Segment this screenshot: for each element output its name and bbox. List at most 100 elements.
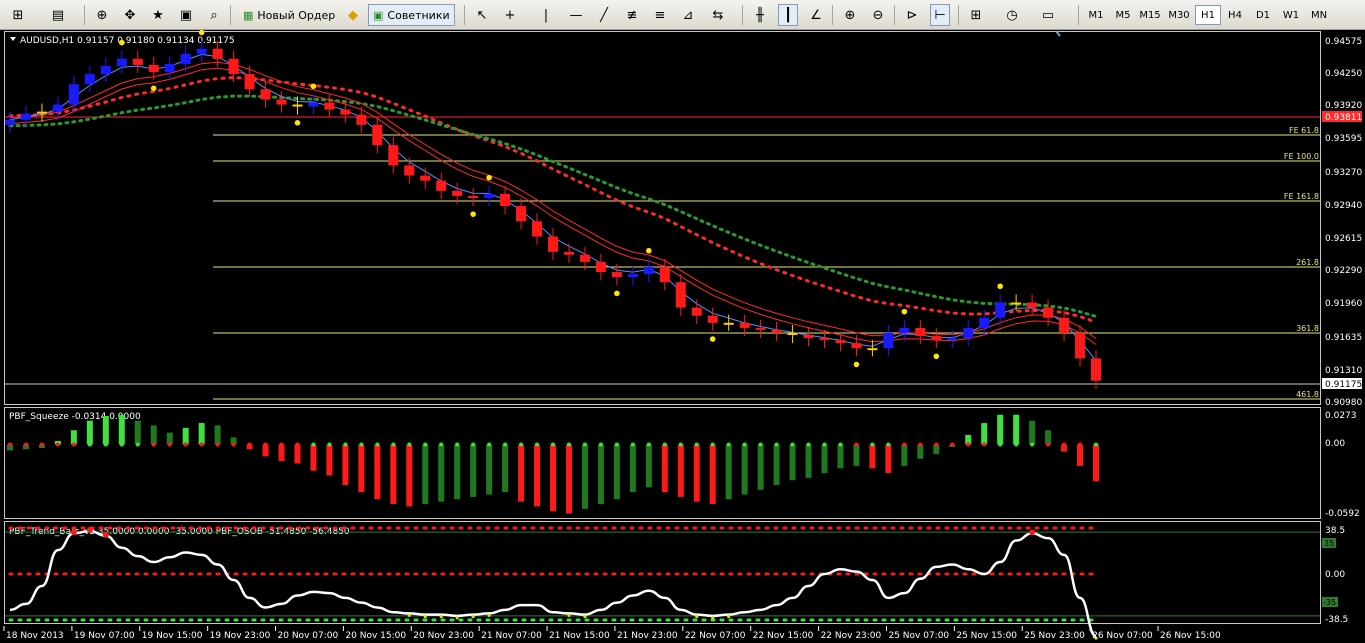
squeeze-dot — [758, 442, 763, 447]
new-chart-icon[interactable]: ⊞ — [8, 4, 28, 26]
time-axis: 18 Nov 2013 19 Nov 07:00 19 Nov 15:00 19 No… — [3, 626, 1221, 641]
tf-m15[interactable]: M15 — [1137, 5, 1163, 25]
tf-m1[interactable]: M1 — [1083, 5, 1109, 25]
navigator-icon[interactable]: ✥ — [120, 4, 140, 26]
oversold-mark — [439, 615, 443, 619]
squeeze-label: -0.0592 — [1325, 509, 1360, 519]
zoom-out-icon[interactable]: ⊖ — [868, 4, 888, 26]
fib-label: FE 100.0 — [1284, 152, 1319, 161]
tf-mn[interactable]: MN — [1306, 5, 1332, 25]
fractal-dot — [310, 83, 317, 90]
oversold-mark — [695, 615, 699, 619]
blue-ma — [9, 53, 1097, 362]
squeeze-axis: 0.0273 0.00 -0.0592 — [1325, 411, 1360, 519]
market-watch-icon[interactable]: ⊕ — [92, 4, 112, 26]
vertical-line-icon[interactable]: | — [536, 4, 556, 26]
terminal-icon[interactable]: ▣ — [176, 4, 196, 26]
fib-label: FE 161.8 — [1284, 192, 1319, 201]
squeeze-bar — [86, 420, 93, 445]
candle-body — [627, 274, 638, 278]
squeeze-dot — [39, 442, 44, 447]
cursor-icon[interactable]: ↖ — [472, 4, 492, 26]
trendline-icon[interactable]: ╱ — [594, 4, 614, 26]
candle-body — [835, 340, 846, 344]
fractal-dot — [709, 336, 716, 342]
periods-icon[interactable]: ◷ — [1002, 4, 1022, 26]
tf-h4[interactable]: H4 — [1222, 5, 1248, 25]
tf-m5[interactable]: M5 — [1110, 5, 1136, 25]
zoom-in-icon[interactable]: ⊕ — [840, 4, 860, 26]
price-label: 0.93920 — [1325, 101, 1362, 111]
channel-icon[interactable]: ≢ — [622, 4, 642, 26]
favorites-icon[interactable]: ★ — [148, 4, 168, 26]
alert-icon[interactable]: ◆ — [343, 4, 363, 26]
squeeze-bar — [693, 444, 700, 502]
squeeze-bar — [518, 444, 525, 502]
time-label: 19 Nov 07:00 — [74, 631, 135, 641]
candle-body — [643, 266, 654, 275]
horizontal-line-icon[interactable]: — — [566, 4, 586, 26]
candle-body — [340, 109, 351, 115]
squeeze-bar — [1013, 414, 1020, 445]
squeeze-dot — [103, 442, 108, 447]
fibo-fan-icon[interactable]: ⊿ — [678, 4, 698, 26]
time-label: 25 Nov 07:00 — [888, 631, 949, 641]
price-label: 0.91310 — [1325, 366, 1362, 376]
squeeze-dot — [71, 442, 76, 447]
time-label: 19 Nov 15:00 — [142, 631, 203, 641]
squeeze-dot — [279, 442, 284, 447]
chart-shift-icon[interactable]: ⊢ — [930, 4, 950, 26]
fib-label: 261.8 — [1296, 258, 1319, 267]
candle-body — [819, 338, 830, 341]
squeeze-dot — [439, 442, 444, 447]
squeeze-dot — [694, 442, 699, 447]
autoscroll-icon[interactable]: ⊳ — [902, 4, 922, 26]
squeeze-bar — [613, 444, 620, 500]
squeeze-dot — [918, 442, 923, 447]
squeeze-dot — [1078, 442, 1083, 447]
crosshair-icon[interactable]: + — [500, 4, 520, 26]
templates-icon[interactable]: ▭ — [1038, 4, 1058, 26]
candle-body — [452, 190, 463, 196]
squeeze-bar — [326, 444, 333, 476]
indicators-icon[interactable]: ⊞ — [966, 4, 986, 26]
squeeze-dot — [1030, 442, 1035, 447]
squeeze-dot — [582, 442, 587, 447]
tester-icon[interactable]: ⌕ — [204, 4, 224, 26]
candle-body — [851, 343, 862, 349]
candle-body — [563, 251, 574, 255]
candle-body — [915, 327, 926, 337]
squeeze-bar — [789, 444, 796, 481]
fibo-icon[interactable]: ≡ — [650, 4, 670, 26]
squeeze-bar — [629, 444, 636, 493]
tf-h1[interactable]: H1 — [1195, 5, 1221, 25]
shapes-icon[interactable]: ⇆ — [708, 4, 728, 26]
new-order-button[interactable]: ▦ Новый Ордер — [238, 4, 340, 26]
chart-title: AUDUSD,H1 0.91157 0.91180 0.91134 0.9117… — [20, 36, 235, 46]
profiles-icon[interactable]: ▤ — [48, 4, 68, 26]
squeeze-dot — [295, 442, 300, 447]
trend-axis: 38.5 0.00 -38.5 35 -35 — [1322, 526, 1348, 625]
squeeze-bar — [837, 444, 844, 469]
line-chart-icon[interactable]: ∠ — [806, 4, 826, 26]
trend-label: 38.5 — [1325, 526, 1345, 536]
tf-m30[interactable]: M30 — [1166, 5, 1192, 25]
candles-icon[interactable]: ┃ — [778, 4, 798, 26]
candle-body — [436, 180, 447, 191]
squeeze-bar — [1029, 420, 1036, 445]
time-label: 26 Nov 15:00 — [1160, 631, 1221, 641]
candle-body — [196, 48, 207, 54]
squeeze-dot — [822, 442, 827, 447]
squeeze-dot — [263, 442, 268, 447]
chart-window[interactable]: AUDUSD,H1 0.91157 0.91180 0.91134 0.9117… — [0, 30, 1365, 643]
oversold-mark — [583, 615, 587, 619]
pane-collapse-icon — [10, 37, 16, 41]
squeeze-dot — [854, 442, 859, 447]
candle-body — [979, 317, 990, 328]
bar-chart-icon[interactable]: ╫ — [750, 4, 770, 26]
expert-advisors-button[interactable]: ▣ Советники — [368, 4, 455, 26]
fib-label: 461.8 — [1296, 390, 1319, 399]
tf-d1[interactable]: D1 — [1250, 5, 1276, 25]
candle-body — [771, 329, 782, 333]
tf-w1[interactable]: W1 — [1278, 5, 1304, 25]
